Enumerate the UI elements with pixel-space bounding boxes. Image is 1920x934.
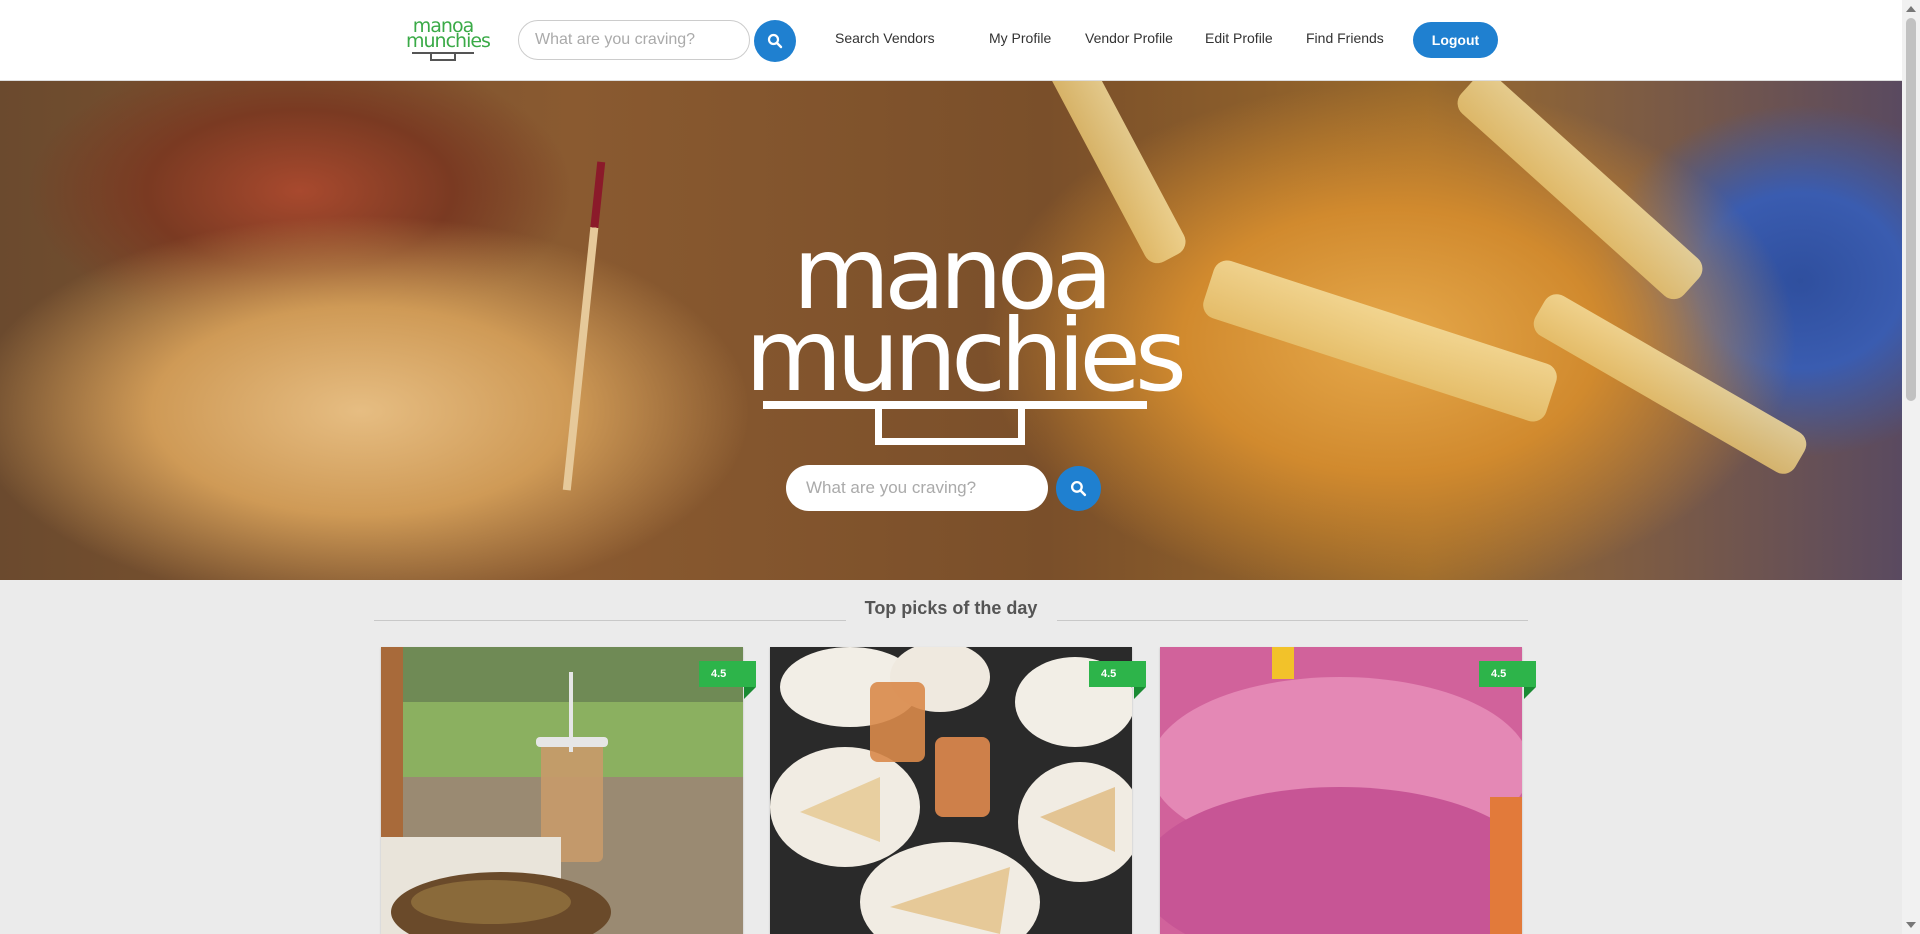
top-pick-card[interactable] <box>770 647 1132 934</box>
hero-banner: manoa munchies <box>0 81 1902 580</box>
nav-link-my-profile[interactable]: My Profile <box>989 30 1051 46</box>
page-scrollbar[interactable] <box>1902 0 1920 934</box>
rating-badge: 4.5 <box>1089 661 1146 687</box>
rating-badge-tail <box>744 687 756 699</box>
brand-logo-line2: munchies <box>406 30 491 52</box>
hero-photo-toothpick <box>562 161 606 491</box>
hero-photo-fry <box>1451 81 1709 305</box>
hero-logo-line2: munchies <box>745 297 1187 414</box>
top-pick-photo <box>770 647 1132 934</box>
search-icon <box>1070 480 1087 497</box>
nav-search-button[interactable] <box>754 20 796 62</box>
hero-logo-tray-bar <box>763 401 1147 409</box>
nav-search-input[interactable] <box>518 20 750 60</box>
top-picks-title: Top picks of the day <box>864 598 1038 618</box>
hero-logo: manoa munchies <box>745 151 1187 461</box>
rating-badge: 4.5 <box>699 661 756 687</box>
nav-link-find-friends[interactable]: Find Friends <box>1306 30 1384 46</box>
section-divider-left <box>374 620 846 621</box>
rating-badge-tail <box>1134 687 1146 699</box>
top-pick-card[interactable] <box>1160 647 1522 934</box>
rating-badge: 4.5 <box>1479 661 1536 687</box>
nav-link-vendor-profile[interactable]: Vendor Profile <box>1085 30 1173 46</box>
section-divider-right <box>1057 620 1528 621</box>
nav-link-search-vendors[interactable]: Search Vendors <box>835 30 935 46</box>
top-navbar: manoa munchies Search Vendors My Profile… <box>0 0 1902 81</box>
scroll-down-arrow-icon[interactable] <box>1906 922 1916 928</box>
logo-tray-cup <box>430 54 456 61</box>
hero-logo-tray-cup <box>875 409 1025 445</box>
top-pick-photo <box>1160 647 1522 934</box>
scroll-up-arrow-icon[interactable] <box>1906 6 1916 12</box>
rating-badge-tail <box>1524 687 1536 699</box>
hero-photo-fry <box>1528 289 1812 479</box>
top-pick-card[interactable] <box>381 647 743 934</box>
top-pick-photo <box>381 647 743 934</box>
nav-link-edit-profile[interactable]: Edit Profile <box>1205 30 1273 46</box>
search-icon <box>767 33 783 49</box>
scrollbar-thumb[interactable] <box>1906 18 1916 401</box>
hero-search-input[interactable] <box>786 465 1048 511</box>
logout-button[interactable]: Logout <box>1413 22 1498 58</box>
brand-logo[interactable]: manoa munchies <box>406 17 491 62</box>
hero-photo-fry <box>1199 256 1561 426</box>
hero-search-button[interactable] <box>1056 466 1101 511</box>
